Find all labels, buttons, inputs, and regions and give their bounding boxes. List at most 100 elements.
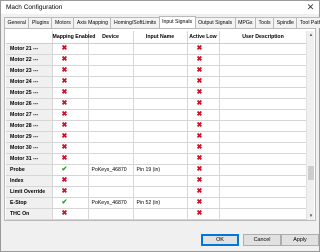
active-low-cell[interactable]: ✖ <box>187 87 220 99</box>
table-row[interactable]: Motor 23 --- ✖ ✖ <box>6 65 307 77</box>
x-mark-icon[interactable]: ✖ <box>197 45 203 52</box>
table-row[interactable]: Motor 22 --- ✖ ✖ <box>6 54 307 66</box>
device-cell[interactable] <box>88 142 134 154</box>
user-description-cell[interactable] <box>219 65 307 77</box>
tab-input-signals[interactable]: Input Signals <box>158 16 196 28</box>
user-description-cell[interactable] <box>219 131 307 143</box>
signal-grid[interactable]: Mapping Enabled Device Input Name Active Lo… <box>6 31 307 220</box>
user-description-cell[interactable] <box>219 109 307 121</box>
mapping-enabled-cell[interactable]: ✖ <box>52 219 89 220</box>
input-name-cell[interactable] <box>133 54 188 66</box>
table-row[interactable]: Motor 29 --- ✖ ✖ <box>6 131 307 143</box>
tab-tool-path[interactable]: Tool Path <box>296 17 320 28</box>
apply-button[interactable]: Apply <box>281 234 319 246</box>
device-cell[interactable] <box>88 87 134 99</box>
table-row[interactable]: Motor 21 --- ✖ ✖ <box>6 43 307 55</box>
mapping-enabled-cell[interactable]: ✖ <box>52 43 89 55</box>
mapping-enabled-cell[interactable]: ✖ <box>52 208 89 220</box>
x-mark-icon[interactable]: ✖ <box>197 78 203 85</box>
input-name-cell[interactable] <box>133 65 188 77</box>
x-mark-icon[interactable]: ✖ <box>62 133 68 140</box>
active-low-cell[interactable]: ✖ <box>187 153 220 165</box>
check-icon[interactable]: ✔ <box>62 166 68 173</box>
x-mark-icon[interactable]: ✖ <box>62 67 68 74</box>
vertical-scrollbar[interactable]: ▲ ▼ <box>306 31 314 220</box>
close-icon[interactable]: ✕ <box>306 1 315 14</box>
user-description-cell[interactable] <box>219 164 307 176</box>
device-cell[interactable] <box>88 186 134 198</box>
user-description-cell[interactable] <box>219 76 307 88</box>
x-mark-icon[interactable]: ✖ <box>197 100 203 107</box>
user-description-cell[interactable] <box>219 219 307 220</box>
mapping-enabled-cell[interactable]: ✖ <box>52 54 89 66</box>
active-low-cell[interactable]: ✖ <box>187 197 220 209</box>
mapping-enabled-cell[interactable]: ✖ <box>52 98 89 110</box>
active-low-cell[interactable]: ✖ <box>187 76 220 88</box>
x-mark-icon[interactable]: ✖ <box>62 111 68 118</box>
active-low-cell[interactable]: ✖ <box>187 142 220 154</box>
active-low-cell[interactable]: ✖ <box>187 65 220 77</box>
x-mark-icon[interactable]: ✖ <box>62 122 68 129</box>
x-mark-icon[interactable]: ✖ <box>62 144 68 151</box>
check-icon[interactable]: ✔ <box>62 199 68 206</box>
user-description-cell[interactable] <box>219 142 307 154</box>
mapping-enabled-cell[interactable]: ✖ <box>52 153 89 165</box>
user-description-cell[interactable] <box>219 153 307 165</box>
mapping-enabled-cell[interactable]: ✔ <box>52 164 89 176</box>
active-low-cell[interactable]: ✖ <box>187 131 220 143</box>
user-description-cell[interactable] <box>219 43 307 55</box>
table-row[interactable]: Index ✖ ✖ <box>6 175 307 187</box>
user-description-cell[interactable] <box>219 120 307 132</box>
user-description-cell[interactable] <box>219 98 307 110</box>
scroll-up-icon[interactable]: ▲ <box>307 31 315 39</box>
input-name-cell[interactable] <box>133 175 188 187</box>
input-name-cell[interactable] <box>133 142 188 154</box>
tab-output-signals[interactable]: Output Signals <box>194 17 236 28</box>
mapping-enabled-cell[interactable]: ✖ <box>52 109 89 121</box>
x-mark-icon[interactable]: ✖ <box>197 210 203 217</box>
input-name-cell[interactable] <box>133 98 188 110</box>
x-mark-icon[interactable]: ✖ <box>197 177 203 184</box>
tab-motors[interactable]: Motors <box>51 17 75 28</box>
x-mark-icon[interactable]: ✖ <box>197 188 203 195</box>
active-low-cell[interactable]: ✖ <box>187 109 220 121</box>
user-description-cell[interactable] <box>219 208 307 220</box>
mapping-enabled-cell[interactable]: ✖ <box>52 87 89 99</box>
x-mark-icon[interactable]: ✖ <box>62 188 68 195</box>
table-row[interactable]: Motor 28 --- ✖ ✖ <box>6 120 307 132</box>
x-mark-icon[interactable]: ✖ <box>197 89 203 96</box>
input-name-cell[interactable] <box>133 76 188 88</box>
table-row[interactable]: E-Stop ✔ PoKeys_46870 Pin 52 (in) ✖ <box>6 197 307 209</box>
active-low-cell[interactable]: ✖ <box>187 120 220 132</box>
input-name-cell[interactable] <box>133 131 188 143</box>
active-low-cell[interactable]: ✖ <box>187 219 220 220</box>
cancel-button[interactable]: Cancel <box>243 234 281 246</box>
tab-general[interactable]: General <box>4 17 30 28</box>
x-mark-icon[interactable]: ✖ <box>62 45 68 52</box>
user-description-cell[interactable] <box>219 87 307 99</box>
device-cell[interactable] <box>88 208 134 220</box>
x-mark-icon[interactable]: ✖ <box>62 177 68 184</box>
device-cell[interactable] <box>88 54 134 66</box>
mapping-enabled-cell[interactable]: ✖ <box>52 142 89 154</box>
active-low-cell[interactable]: ✖ <box>187 98 220 110</box>
x-mark-icon[interactable]: ✖ <box>197 133 203 140</box>
x-mark-icon[interactable]: ✖ <box>197 144 203 151</box>
mapping-enabled-cell[interactable]: ✖ <box>52 186 89 198</box>
mapping-enabled-cell[interactable]: ✖ <box>52 65 89 77</box>
active-low-cell[interactable]: ✖ <box>187 208 220 220</box>
table-row[interactable]: THC On ✖ ✖ <box>6 208 307 220</box>
table-row[interactable]: Motor 31 --- ✖ ✖ <box>6 153 307 165</box>
device-cell[interactable]: PoKeys_46870 <box>88 197 134 209</box>
input-name-cell[interactable] <box>133 186 188 198</box>
x-mark-icon[interactable]: ✖ <box>197 67 203 74</box>
x-mark-icon[interactable]: ✖ <box>197 56 203 63</box>
device-cell[interactable] <box>88 219 134 220</box>
user-description-cell[interactable] <box>219 197 307 209</box>
input-name-cell[interactable] <box>133 219 188 220</box>
active-low-cell[interactable]: ✖ <box>187 186 220 198</box>
input-name-cell[interactable]: Pin 19 (in) <box>133 164 188 176</box>
mapping-enabled-cell[interactable]: ✔ <box>52 197 89 209</box>
input-name-cell[interactable] <box>133 109 188 121</box>
x-mark-icon[interactable]: ✖ <box>197 122 203 129</box>
